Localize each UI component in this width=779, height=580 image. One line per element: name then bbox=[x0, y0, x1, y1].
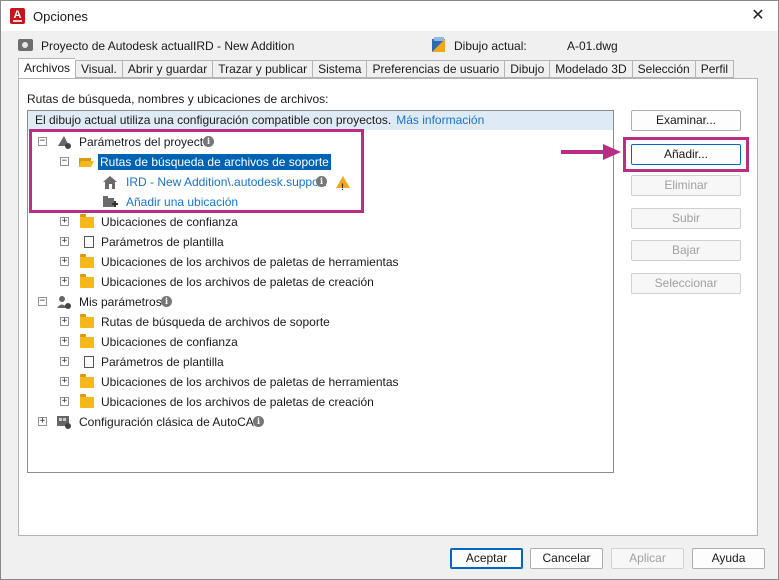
tab-abrir-guardar[interactable]: Abrir y guardar bbox=[121, 60, 213, 78]
expand-toggle[interactable]: + bbox=[60, 377, 69, 386]
tab-dibujo[interactable]: Dibujo bbox=[504, 60, 550, 78]
tab-perfil[interactable]: Perfil bbox=[694, 60, 735, 78]
folder-icon bbox=[80, 394, 94, 408]
expand-toggle[interactable]: + bbox=[38, 417, 47, 426]
tree-node-my-creation-palettes[interactable]: + Ubicaciones de los archivos de paletas… bbox=[58, 393, 458, 411]
tab-seleccion[interactable]: Selección bbox=[631, 60, 695, 78]
highlight-annotation-tree bbox=[29, 129, 364, 213]
notice-text: El dibujo actual utiliza una configuraci… bbox=[35, 113, 392, 127]
user-settings-icon bbox=[57, 296, 71, 309]
ok-button[interactable]: Aceptar bbox=[450, 548, 523, 569]
info-icon[interactable]: i bbox=[161, 296, 172, 307]
tree-label: Parámetros de plantilla bbox=[101, 235, 224, 249]
tree-node-classic-config[interactable]: + Configuración clásica de AutoCAD i bbox=[36, 413, 336, 431]
drawing-label: Dibujo actual: bbox=[454, 39, 527, 53]
template-icon bbox=[81, 353, 94, 368]
pointer-arrow-annotation bbox=[561, 144, 621, 160]
close-button[interactable]: ✕ bbox=[738, 1, 778, 31]
tree-label: Parámetros de plantilla bbox=[101, 355, 224, 369]
panel-label: Rutas de búsqueda, nombres y ubicaciones… bbox=[27, 92, 329, 106]
tree-node-creation-palettes[interactable]: + Ubicaciones de los archivos de paletas… bbox=[58, 273, 458, 291]
template-icon bbox=[81, 233, 94, 248]
folder-icon bbox=[80, 374, 94, 388]
options-dialog: A Opciones ✕ Proyecto de Autodesk actual… bbox=[0, 0, 779, 580]
folder-icon bbox=[80, 254, 94, 268]
collapse-toggle[interactable]: − bbox=[38, 297, 47, 306]
autocad-app-icon: A bbox=[10, 8, 25, 24]
folder-icon bbox=[80, 274, 94, 288]
expand-toggle[interactable]: + bbox=[60, 237, 69, 246]
tab-archivos[interactable]: Archivos bbox=[18, 58, 76, 78]
drawing-icon bbox=[432, 37, 445, 52]
tree-label: Ubicaciones de los archivos de paletas d… bbox=[101, 395, 374, 409]
folder-icon bbox=[80, 334, 94, 348]
tree-node-tool-palettes[interactable]: + Ubicaciones de los archivos de paletas… bbox=[58, 253, 458, 271]
browse-button[interactable]: Examinar... bbox=[631, 110, 741, 131]
expand-toggle[interactable]: + bbox=[60, 217, 69, 226]
expand-toggle[interactable]: + bbox=[60, 357, 69, 366]
classic-config-icon bbox=[57, 416, 71, 429]
tree-node-template-params[interactable]: + Parámetros de plantilla bbox=[58, 233, 458, 251]
tab-sistema[interactable]: Sistema bbox=[312, 60, 367, 78]
expand-toggle[interactable]: + bbox=[60, 317, 69, 326]
project-label: Proyecto de Autodesk actual: bbox=[41, 39, 197, 53]
tree-label: Mis parámetros bbox=[79, 295, 162, 309]
more-info-link[interactable]: Más información bbox=[396, 113, 484, 127]
expand-toggle[interactable]: + bbox=[60, 397, 69, 406]
tree-node-my-template-params[interactable]: + Parámetros de plantilla bbox=[58, 353, 458, 371]
tree-label: Ubicaciones de los archivos de paletas d… bbox=[101, 275, 374, 289]
window-title: Opciones bbox=[33, 9, 88, 24]
tree-node-my-params[interactable]: − Mis parámetros i bbox=[36, 293, 336, 311]
apply-button[interactable]: Aplicar bbox=[611, 548, 684, 569]
tree-node-my-tool-palettes[interactable]: + Ubicaciones de los archivos de paletas… bbox=[58, 373, 458, 391]
tree-label: Rutas de búsqueda de archivos de soporte bbox=[101, 315, 330, 329]
tree-node-my-support-paths[interactable]: + Rutas de búsqueda de archivos de sopor… bbox=[58, 313, 458, 331]
expand-toggle[interactable]: + bbox=[60, 337, 69, 346]
info-icon[interactable]: i bbox=[253, 416, 264, 427]
expand-toggle[interactable]: + bbox=[60, 277, 69, 286]
folder-icon bbox=[80, 314, 94, 328]
tree-node-my-trusted-locations[interactable]: + Ubicaciones de confianza bbox=[58, 333, 458, 351]
tree-label: Ubicaciones de confianza bbox=[101, 335, 238, 349]
project-value: IRD - New Addition bbox=[193, 39, 295, 53]
expand-toggle[interactable]: + bbox=[60, 257, 69, 266]
tree-label: Configuración clásica de AutoCAD bbox=[79, 415, 263, 429]
remove-button[interactable]: Eliminar bbox=[631, 175, 741, 196]
compat-notice: El dibujo actual utiliza una configuraci… bbox=[28, 111, 613, 130]
add-button[interactable]: Añadir... bbox=[631, 144, 741, 165]
tab-modelado-3d[interactable]: Modelado 3D bbox=[549, 60, 632, 78]
tab-bar: Archivos Visual. Abrir y guardar Trazar … bbox=[18, 58, 735, 78]
tab-trazar-publicar[interactable]: Trazar y publicar bbox=[212, 60, 313, 78]
cancel-button[interactable]: Cancelar bbox=[530, 548, 603, 569]
tree-label: Ubicaciones de los archivos de paletas d… bbox=[101, 255, 399, 269]
tab-preferencias[interactable]: Preferencias de usuario bbox=[366, 60, 505, 78]
info-row: Proyecto de Autodesk actual: IRD - New A… bbox=[1, 37, 778, 55]
tab-visual[interactable]: Visual. bbox=[75, 60, 122, 78]
move-up-button[interactable]: Subir bbox=[631, 208, 741, 229]
tree-node-trusted-locations[interactable]: + Ubicaciones de confianza bbox=[58, 213, 458, 231]
tree-label: Ubicaciones de los archivos de paletas d… bbox=[101, 375, 399, 389]
project-icon bbox=[18, 39, 33, 51]
folder-icon bbox=[80, 214, 94, 228]
help-button[interactable]: Ayuda bbox=[692, 548, 765, 569]
tree-label: Ubicaciones de confianza bbox=[101, 215, 238, 229]
title-bar: A Opciones ✕ bbox=[1, 1, 778, 31]
move-down-button[interactable]: Bajar bbox=[631, 240, 741, 261]
drawing-value: A-01.dwg bbox=[567, 39, 618, 53]
select-button[interactable]: Seleccionar bbox=[631, 273, 741, 294]
